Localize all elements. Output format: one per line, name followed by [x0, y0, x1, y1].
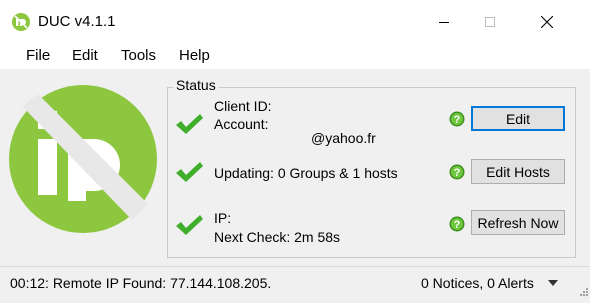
- maximize-icon: [485, 17, 495, 27]
- close-button[interactable]: [524, 0, 570, 44]
- minimize-icon: [439, 22, 449, 23]
- edit-account-button[interactable]: Edit: [471, 106, 565, 131]
- refresh-now-button[interactable]: Refresh Now: [471, 210, 565, 235]
- ip-logo: [9, 85, 157, 233]
- minimize-button[interactable]: [421, 0, 467, 44]
- maximize-button[interactable]: [467, 0, 513, 44]
- menu-tools[interactable]: Tools: [121, 47, 156, 64]
- account-label: Account:: [214, 116, 269, 132]
- help-icon[interactable]: ?: [449, 164, 465, 180]
- client-id-label: Client ID:: [214, 98, 272, 114]
- status-bar: 00:12: Remote IP Found: 77.144.108.205. …: [0, 266, 590, 299]
- edit-hosts-button[interactable]: Edit Hosts: [471, 159, 565, 184]
- menu-file[interactable]: File: [26, 47, 50, 64]
- checkmark-icon: [176, 162, 203, 182]
- window-title: DUC v4.1.1: [38, 13, 116, 30]
- help-icon[interactable]: ?: [449, 216, 465, 232]
- notices-alerts[interactable]: 0 Notices, 0 Alerts: [421, 275, 534, 291]
- checkmark-icon: [176, 215, 203, 235]
- next-check-label: Next Check: 2m 58s: [214, 229, 341, 245]
- menu-help[interactable]: Help: [179, 47, 210, 64]
- resize-grip-icon[interactable]: [578, 286, 588, 296]
- updating-label: Updating: 0 Groups & 1 hosts: [214, 165, 398, 181]
- status-message: 00:12: Remote IP Found: 77.144.108.205.: [10, 275, 272, 291]
- account-value: @yahoo.fr: [311, 130, 376, 146]
- svg-text:?: ?: [454, 167, 461, 179]
- duc-window: DUC v4.1.1 File Edit Tools Help Status C…: [0, 0, 590, 303]
- ip-label: IP:: [214, 210, 232, 226]
- ip-logo-icon: [12, 13, 30, 31]
- svg-text:?: ?: [454, 114, 461, 126]
- title-bar: DUC v4.1.1: [0, 0, 590, 44]
- close-icon: [541, 16, 553, 28]
- chevron-down-icon[interactable]: [548, 280, 558, 286]
- checkmark-icon: [176, 114, 203, 134]
- menu-bar: File Edit Tools Help: [0, 44, 590, 69]
- menu-edit[interactable]: Edit: [72, 47, 98, 64]
- status-legend: Status: [173, 77, 219, 93]
- svg-text:?: ?: [454, 219, 461, 231]
- help-icon[interactable]: ?: [449, 111, 465, 127]
